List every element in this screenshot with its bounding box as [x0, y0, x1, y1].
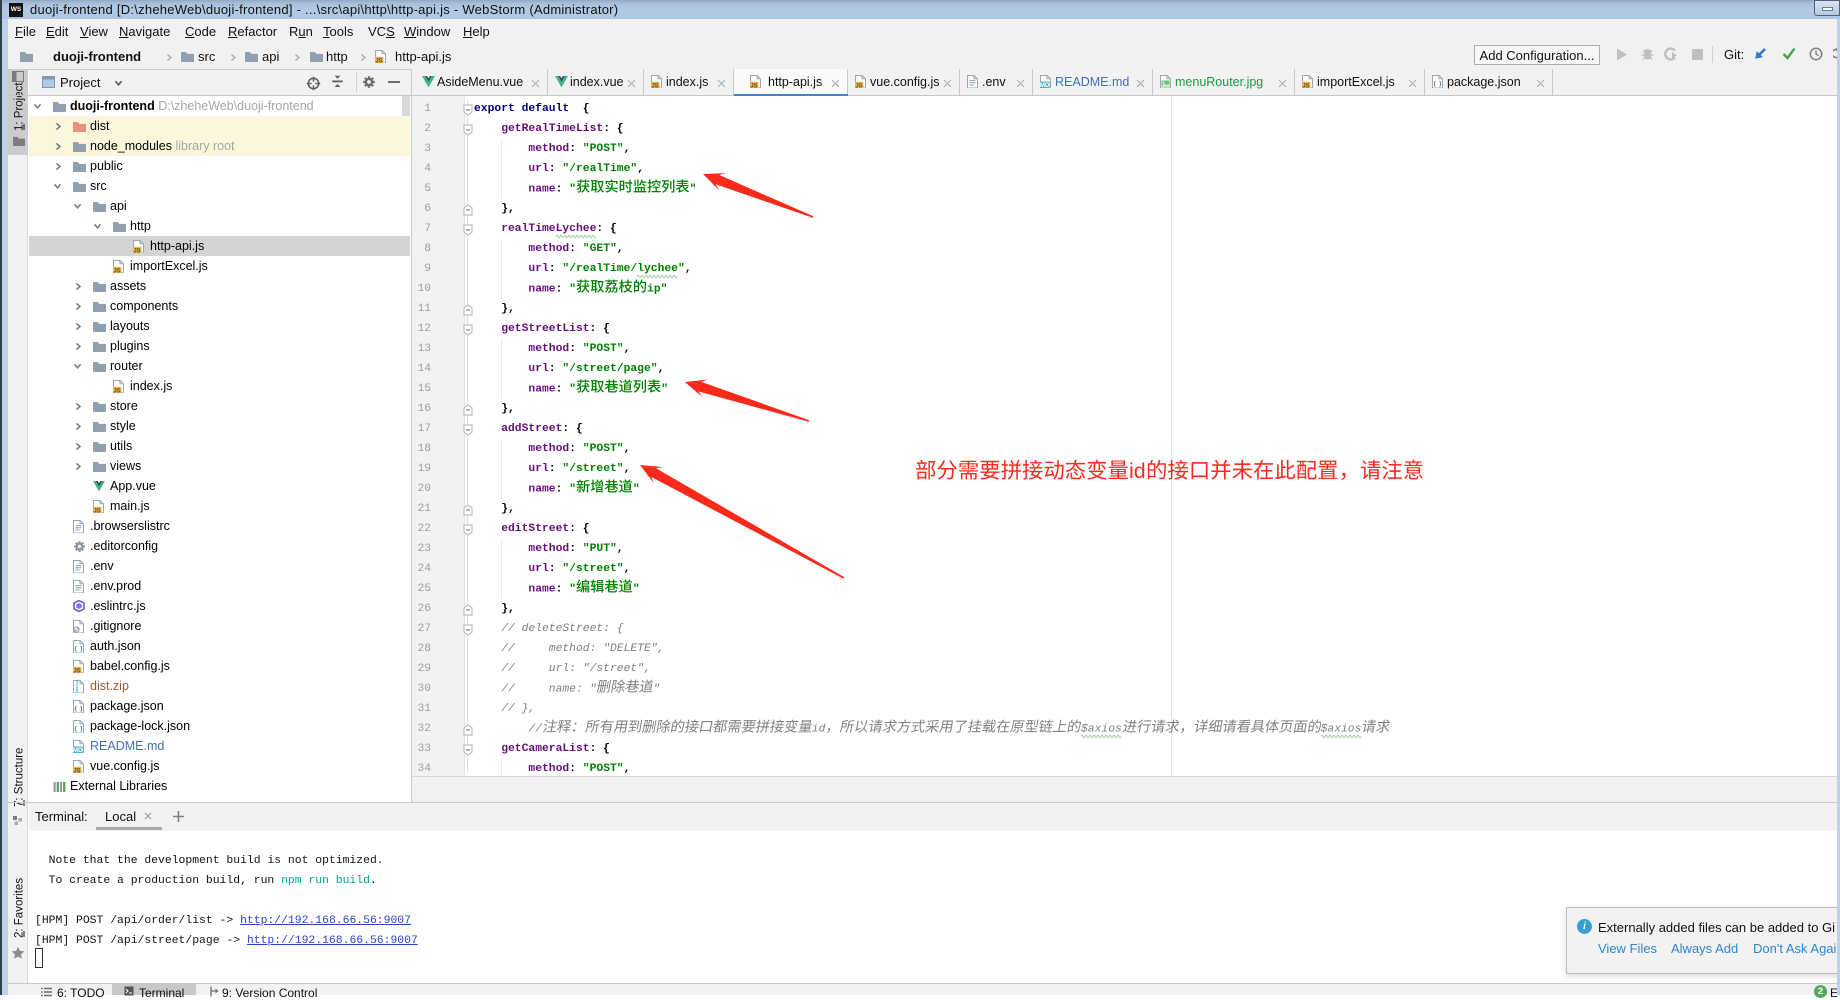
svg-text:2: Favorites: 2: Favorites: [14, 878, 26, 938]
svg-text:MD: MD: [1040, 82, 1050, 88]
svg-text:JS: JS: [113, 388, 120, 392]
svg-text:JS: JS: [73, 668, 80, 672]
svg-text:JS: JS: [1302, 84, 1309, 88]
svg-text:JS: JS: [113, 268, 120, 272]
svg-text:MD: MD: [73, 747, 83, 753]
svg-text:JS: JS: [133, 248, 140, 252]
svg-text:1: Project: 1: Project: [14, 82, 26, 131]
svg-text:JS: JS: [651, 84, 658, 88]
svg-text:JS: JS: [855, 84, 862, 88]
svg-text:JS: JS: [73, 768, 80, 772]
svg-text:JS: JS: [750, 84, 757, 88]
svg-text:JS: JS: [375, 59, 382, 63]
svg-text:JS: JS: [93, 508, 100, 512]
svg-text:7: Structure: 7: Structure: [14, 748, 26, 807]
